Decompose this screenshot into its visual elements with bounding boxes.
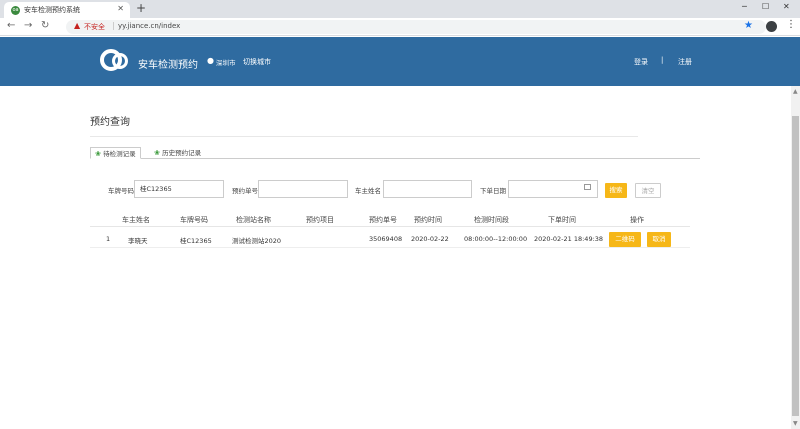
url-separator: | — [112, 21, 115, 30]
location-pin-icon: ● — [207, 56, 214, 65]
order-label: 预约单号 — [232, 187, 258, 195]
cell-order-time: 2020-02-21 18:49:38 — [534, 235, 604, 243]
browser-tab[interactable]: oa 安车检测预约系统 ✕ — [4, 2, 130, 18]
date-label: 下单日期 — [480, 187, 506, 195]
switch-city-link[interactable]: 切换城市 — [243, 57, 271, 67]
warning-icon: ▲ — [74, 21, 81, 30]
insecure-label[interactable]: 不安全 — [84, 22, 105, 32]
col-header-item: 预约项目 — [306, 216, 334, 224]
col-header-actions: 操作 — [630, 216, 644, 224]
search-button[interactable]: 搜索 — [605, 183, 627, 198]
tab-history-records[interactable]: ❀ 历史预约记录 — [150, 147, 205, 159]
qr-code-button[interactable]: 二维码 — [609, 232, 641, 247]
plate-input[interactable]: 桂C12365 — [134, 180, 224, 198]
new-tab-icon[interactable]: + — [136, 1, 146, 15]
site-logo-icon[interactable] — [100, 49, 132, 73]
more-menu-icon[interactable]: ⋮ — [786, 19, 796, 30]
title-divider — [90, 136, 638, 137]
url-text[interactable]: yy.jiance.cn/index — [118, 22, 180, 30]
table-header-divider — [90, 226, 690, 227]
order-input[interactable] — [258, 180, 348, 198]
login-link[interactable]: 登录 — [634, 57, 648, 67]
tab-label: 待检测记录 — [103, 150, 136, 158]
plate-label: 车牌号码 — [108, 187, 134, 195]
page-title: 预约查询 — [90, 117, 130, 128]
brand-name[interactable]: 安车检测预约 — [138, 56, 198, 71]
col-header-time-slot: 检测时间段 — [474, 216, 509, 224]
maximize-icon[interactable]: ☐ — [762, 2, 769, 11]
forward-icon[interactable]: → — [24, 20, 32, 31]
minimize-icon[interactable]: ─ — [742, 2, 747, 11]
leaf-icon: ❀ — [154, 149, 160, 157]
url-field[interactable]: ▲ 不安全 | yy.jiance.cn/index — [66, 20, 766, 34]
cell-owner: 李晓天 — [128, 237, 148, 245]
cell-order-no: 35069408 — [369, 235, 403, 243]
owner-input[interactable] — [383, 180, 472, 198]
scroll-thumb[interactable] — [792, 116, 799, 416]
back-icon[interactable]: ← — [7, 20, 15, 31]
tab-title: 安车检测预约系统 — [24, 6, 80, 14]
tab-pending-records[interactable]: ❀ 待检测记录 — [90, 147, 141, 159]
browser-tab-bar: oa 安车检测预约系统 ✕ + ─ ☐ ✕ — [0, 0, 800, 18]
col-header-station: 检测站名称 — [236, 216, 271, 224]
tab-close-icon[interactable]: ✕ — [117, 4, 124, 13]
col-header-appt-date: 预约时间 — [414, 216, 442, 224]
col-header-order-time: 下单时间 — [548, 216, 576, 224]
cell-appt-date: 2020-02-22 — [411, 235, 449, 243]
register-link[interactable]: 注册 — [678, 57, 692, 67]
site-favicon-icon: oa — [11, 6, 20, 15]
site-header: 安车检测预约 ● 深圳市 切换城市 登录 | 注册 — [0, 37, 800, 86]
col-header-plate: 车牌号码 — [180, 216, 208, 224]
owner-label: 车主姓名 — [355, 187, 381, 195]
cell-plate: 桂C12365 — [180, 237, 212, 245]
col-header-order-no: 预约单号 — [369, 216, 397, 224]
header-divider: | — [661, 56, 664, 64]
calendar-icon[interactable] — [584, 184, 591, 190]
leaf-icon: ❀ — [95, 150, 101, 158]
scroll-down-icon[interactable]: ▼ — [793, 420, 798, 427]
scroll-up-icon[interactable]: ▲ — [793, 88, 798, 95]
reload-icon[interactable]: ↻ — [41, 20, 49, 31]
cell-time-slot: 08:00:00--12:00:00 — [464, 235, 528, 243]
col-header-owner: 车主姓名 — [122, 216, 150, 224]
table-row-divider — [90, 247, 690, 248]
cell-station: 测试检测站2020 — [232, 237, 282, 245]
current-city: 深圳市 — [216, 59, 236, 67]
cancel-button[interactable]: 取消 — [647, 232, 671, 247]
tab-label: 历史预约记录 — [162, 149, 202, 157]
page-scrollbar[interactable]: ▲ ▼ — [791, 86, 800, 429]
close-window-icon[interactable]: ✕ — [783, 2, 790, 11]
clear-button[interactable]: 清空 — [635, 183, 661, 198]
account-avatar-icon[interactable] — [766, 21, 777, 32]
row-index: 1 — [106, 235, 111, 243]
record-tabs: ❀ 待检测记录 ❀ 历史预约记录 — [90, 147, 700, 159]
bookmark-star-icon[interactable]: ★ — [744, 20, 753, 31]
address-bar: ← → ↻ ▲ 不安全 | yy.jiance.cn/index — [0, 18, 800, 36]
